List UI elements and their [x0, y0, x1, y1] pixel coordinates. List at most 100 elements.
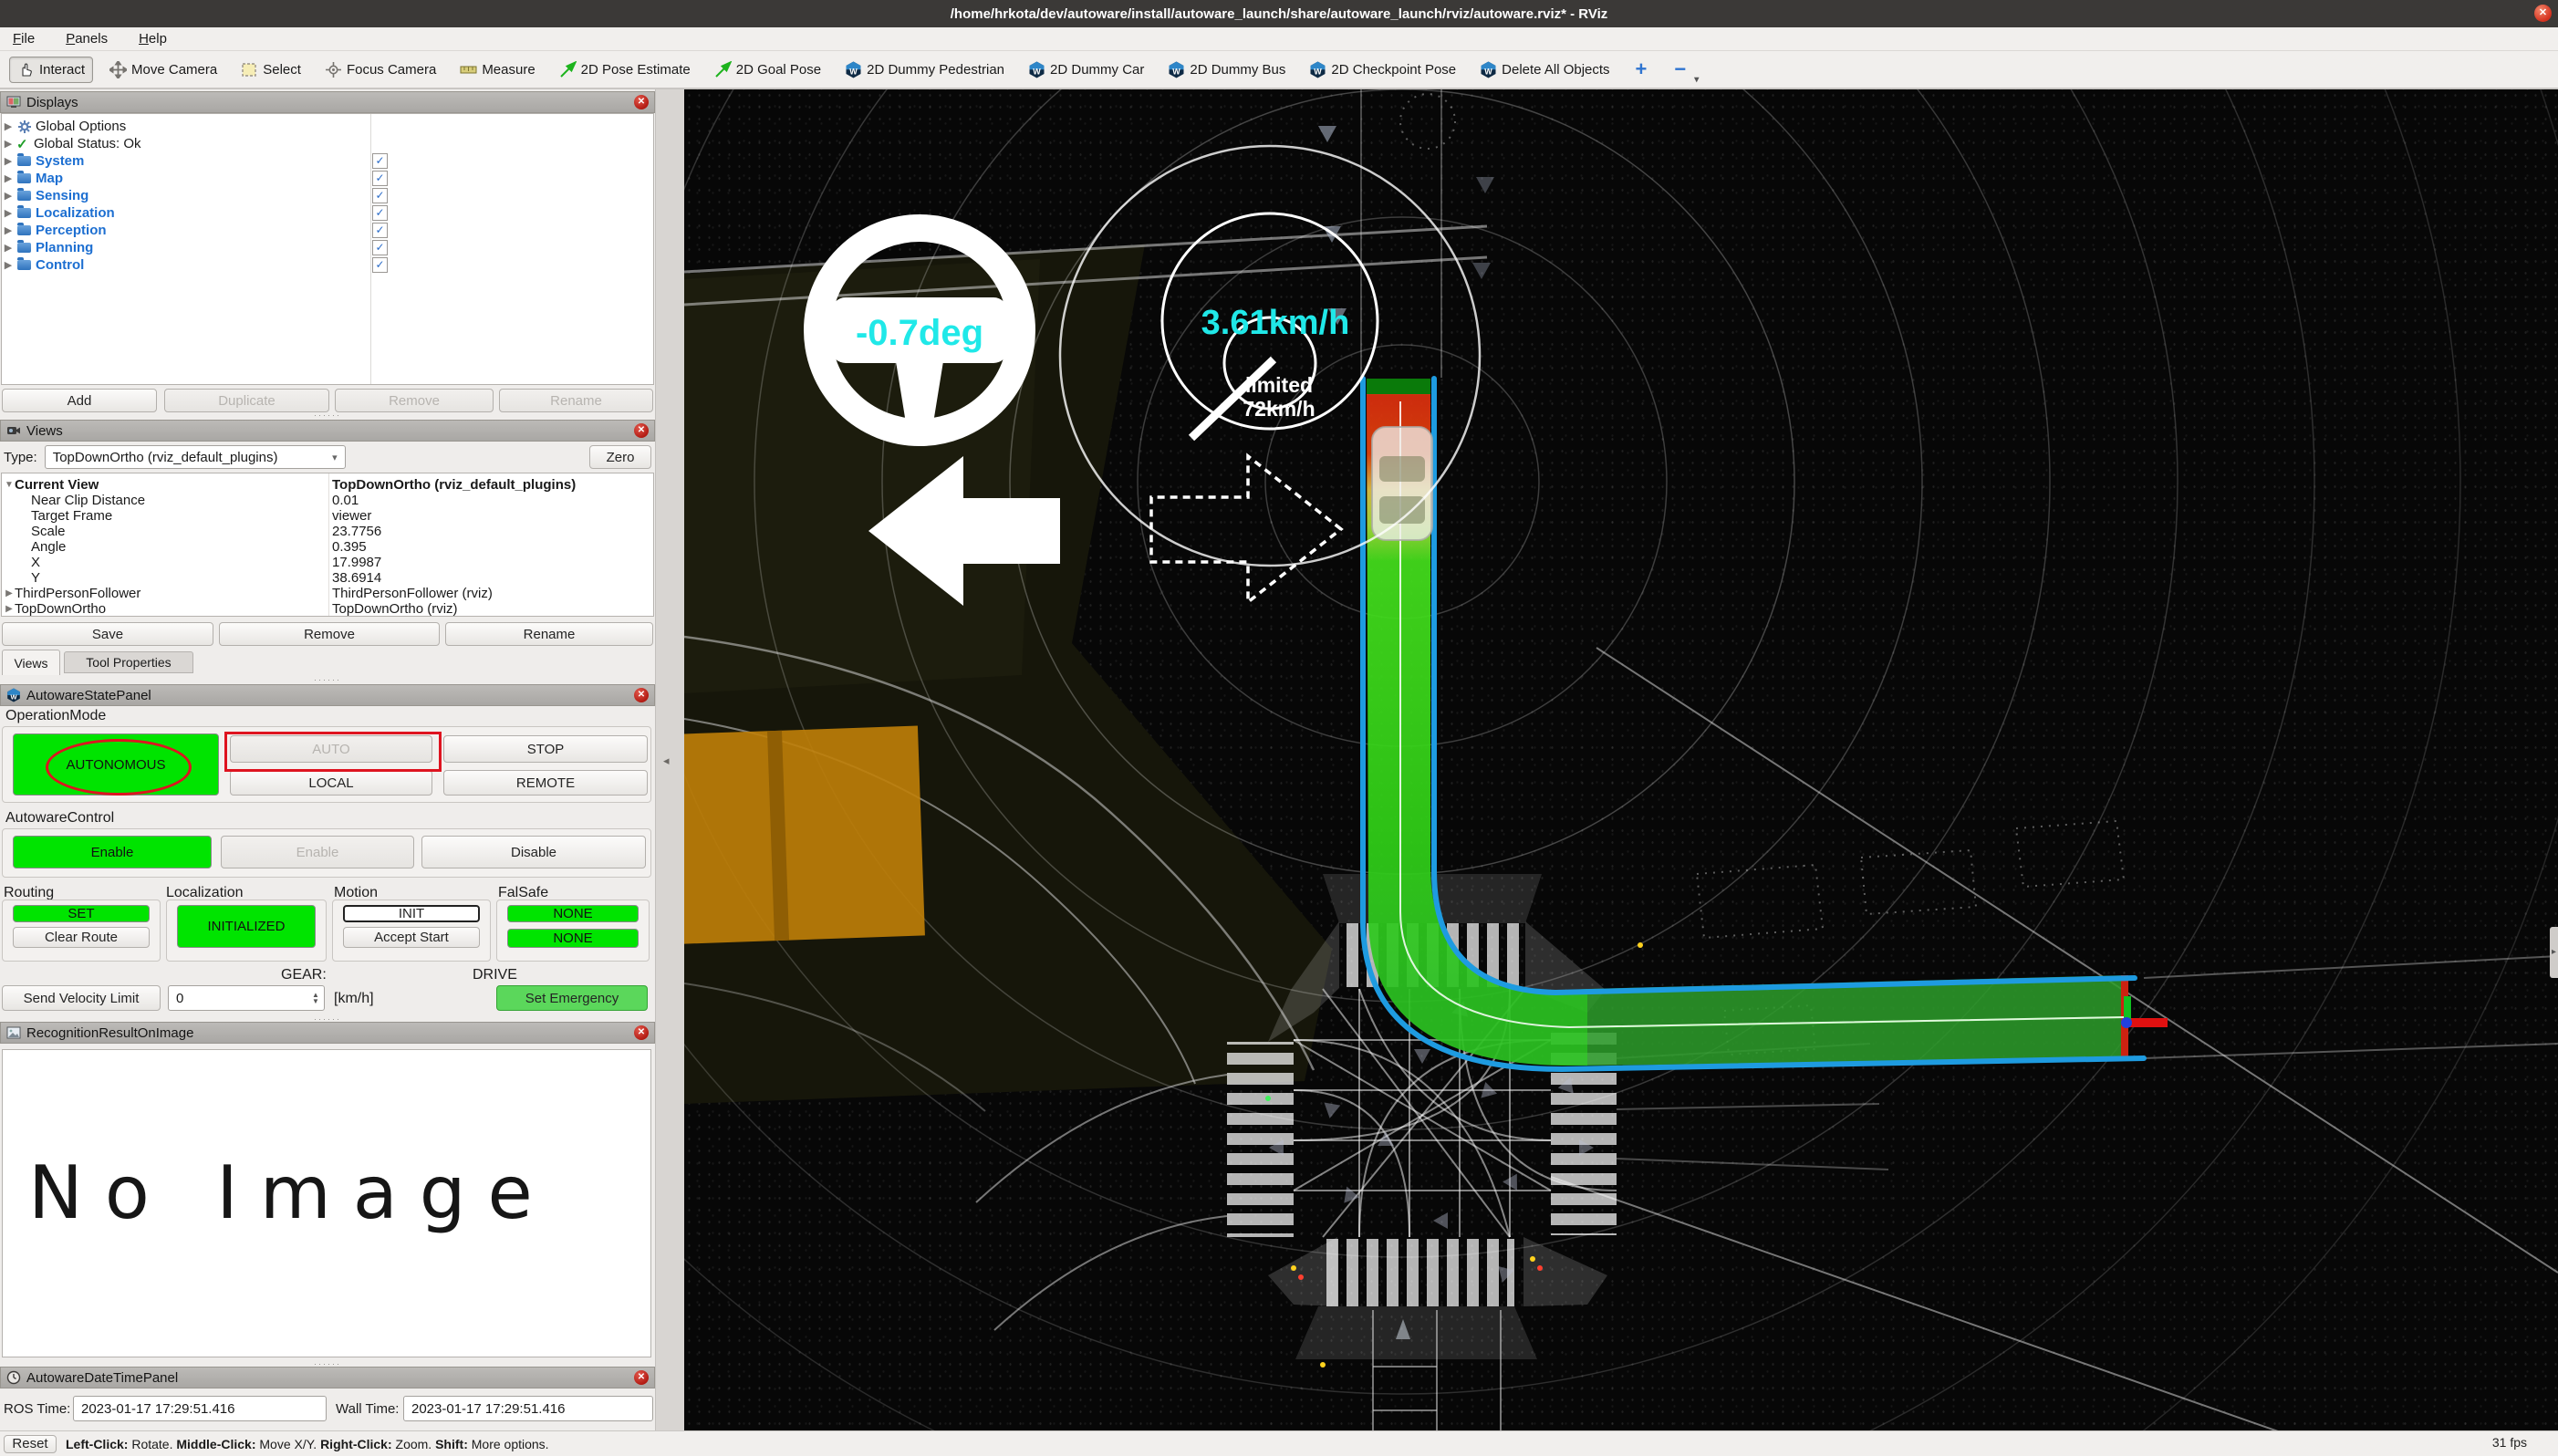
control-enable-button[interactable]: Enable: [13, 836, 212, 868]
tool-2d-checkpoint-pose[interactable]: W 2D Checkpoint Pose: [1302, 57, 1463, 82]
expand-icon[interactable]: ▶: [2, 259, 15, 271]
set-emergency-button[interactable]: Set Emergency: [496, 985, 648, 1011]
visibility-checkbox[interactable]: ✓: [372, 223, 388, 238]
expand-icon[interactable]: ▶: [2, 207, 15, 219]
svg-text:W: W: [1033, 67, 1041, 76]
close-icon[interactable]: ✕: [634, 1025, 649, 1040]
status-ok-icon: ✓: [16, 136, 30, 152]
add-tool-button[interactable]: +: [1627, 57, 1657, 81]
wall-time-field[interactable]: 2023-01-17 17:29:51.416: [403, 1396, 653, 1421]
zero-button[interactable]: Zero: [589, 445, 651, 469]
tree-item-system[interactable]: ▶ System ✓: [2, 152, 653, 170]
tree-item-control[interactable]: ▶ Control ✓: [2, 256, 653, 274]
visibility-checkbox[interactable]: ✓: [372, 188, 388, 203]
tree-item-localization[interactable]: ▶ Localization ✓: [2, 204, 653, 222]
ros-time-field[interactable]: 2023-01-17 17:29:51.416: [73, 1396, 327, 1421]
panel-drag-handle[interactable]: ······: [0, 412, 655, 420]
window-close-icon[interactable]: ✕: [2534, 5, 2552, 22]
view-type-dropdown[interactable]: TopDownOrtho (rviz_default_plugins) ▾: [45, 445, 346, 469]
tab-views[interactable]: Views: [2, 650, 60, 675]
tool-2d-pose-estimate[interactable]: 2D Pose Estimate: [552, 57, 698, 82]
tool-interact[interactable]: Interact: [9, 57, 93, 83]
prop-row-topdownortho[interactable]: ▶TopDownOrthoTopDownOrtho (rviz): [2, 601, 653, 617]
rename-view-button[interactable]: Rename: [445, 622, 653, 646]
menu-help[interactable]: Help: [139, 31, 167, 47]
tool-2d-dummy-pedestrian[interactable]: W 2D Dummy Pedestrian: [837, 57, 1012, 82]
tree-item-map[interactable]: ▶ Map ✓: [2, 170, 653, 187]
accept-start-button[interactable]: Accept Start: [343, 927, 480, 948]
tool-2d-goal-pose[interactable]: 2D Goal Pose: [707, 57, 828, 82]
tool-focus-camera[interactable]: Focus Camera: [317, 57, 443, 82]
expand-icon[interactable]: ▶: [2, 155, 15, 167]
close-icon[interactable]: ✕: [634, 95, 649, 109]
prop-row-third-person[interactable]: ▶ThirdPersonFollowerThirdPersonFollower …: [2, 586, 653, 601]
expand-icon[interactable]: ▶: [4, 604, 15, 614]
expand-icon[interactable]: ▶: [2, 120, 15, 132]
autoware-logo-icon: W: [845, 61, 862, 78]
svg-text:W: W: [1315, 67, 1323, 76]
reset-button[interactable]: Reset: [4, 1435, 57, 1453]
spinner-arrows-icon[interactable]: ▲▼: [309, 986, 322, 1010]
tree-item-sensing[interactable]: ▶ Sensing ✓: [2, 187, 653, 204]
prop-row[interactable]: Target Frameviewer: [2, 508, 653, 524]
local-button[interactable]: LOCAL: [230, 770, 432, 796]
expand-icon[interactable]: ▶: [4, 588, 15, 598]
tool-2d-dummy-bus[interactable]: W 2D Dummy Bus: [1160, 57, 1293, 82]
tool-move-camera[interactable]: Move Camera: [102, 57, 224, 82]
3d-viewport[interactable]: -0.7deg 3.61km/h limited 72km/h ▸: [684, 89, 2558, 1430]
duplicate-display-button[interactable]: Duplicate: [164, 389, 329, 412]
tool-measure[interactable]: Measure: [452, 57, 542, 82]
autoware-logo-icon: W: [6, 688, 21, 702]
menu-panels[interactable]: Panels: [66, 31, 108, 47]
remove-view-button[interactable]: Remove: [219, 622, 440, 646]
prop-row[interactable]: Near Clip Distance0.01: [2, 493, 653, 508]
control-disable-button[interactable]: Disable: [421, 836, 646, 868]
clear-route-button[interactable]: Clear Route: [13, 927, 150, 948]
prop-row[interactable]: Scale23.7756: [2, 524, 653, 539]
remove-display-button[interactable]: Remove: [335, 389, 494, 412]
menu-file[interactable]: File: [13, 31, 35, 47]
visibility-checkbox[interactable]: ✓: [372, 153, 388, 169]
send-velocity-limit-button[interactable]: Send Velocity Limit: [2, 985, 161, 1011]
tree-item-planning[interactable]: ▶ Planning ✓: [2, 239, 653, 256]
expand-icon[interactable]: ▶: [2, 242, 15, 254]
collapse-right-icon[interactable]: ▸: [2550, 927, 2558, 978]
tool-2d-dummy-car[interactable]: W 2D Dummy Car: [1021, 57, 1151, 82]
collapse-icon[interactable]: ▼: [4, 480, 15, 490]
expand-icon[interactable]: ▶: [2, 190, 15, 202]
tree-item-perception[interactable]: ▶ Perception ✓: [2, 222, 653, 239]
visibility-checkbox[interactable]: ✓: [372, 257, 388, 273]
expand-icon[interactable]: ▶: [2, 138, 15, 150]
prop-row[interactable]: X17.9987: [2, 555, 653, 570]
recognition-result-panel: RecognitionResultOnImage ✕ No Image: [0, 1022, 655, 1359]
stop-button[interactable]: STOP: [443, 735, 648, 763]
prop-row-current-view[interactable]: ▼ Current View TopDownOrtho (rviz_defaul…: [2, 477, 653, 493]
rename-display-button[interactable]: Rename: [499, 389, 653, 412]
close-icon[interactable]: ✕: [634, 1370, 649, 1385]
tree-item-global-options[interactable]: ▶ Global Options: [2, 118, 653, 135]
remove-tool-button[interactable]: −▾: [1665, 57, 1695, 81]
visibility-checkbox[interactable]: ✓: [372, 240, 388, 255]
prop-row[interactable]: Angle0.395: [2, 539, 653, 555]
velocity-limit-spinner[interactable]: 0 ▲▼: [168, 985, 325, 1011]
speed-text: 3.61km/h: [1201, 304, 1350, 342]
remote-button[interactable]: REMOTE: [443, 770, 648, 796]
panel-drag-handle[interactable]: ······: [0, 677, 655, 684]
tool-delete-all-objects[interactable]: W Delete All Objects: [1472, 57, 1617, 82]
close-icon[interactable]: ✕: [634, 688, 649, 702]
folder-icon: [17, 260, 31, 270]
expand-icon[interactable]: ▶: [2, 224, 15, 236]
close-icon[interactable]: ✕: [634, 423, 649, 438]
tool-select[interactable]: Select: [234, 57, 308, 82]
panel-splitter[interactable]: ◂: [655, 89, 685, 1430]
visibility-checkbox[interactable]: ✓: [372, 171, 388, 186]
collapse-left-icon[interactable]: ◂: [663, 754, 670, 768]
tree-item-global-status[interactable]: ▶ ✓ Global Status: Ok: [2, 135, 653, 152]
save-view-button[interactable]: Save: [2, 622, 213, 646]
visibility-checkbox[interactable]: ✓: [372, 205, 388, 221]
add-display-button[interactable]: Add: [2, 389, 157, 412]
prop-row[interactable]: Y38.6914: [2, 570, 653, 586]
tab-tool-properties[interactable]: Tool Properties: [64, 651, 193, 673]
control-enable-disabled-button[interactable]: Enable: [221, 836, 414, 868]
expand-icon[interactable]: ▶: [2, 172, 15, 184]
